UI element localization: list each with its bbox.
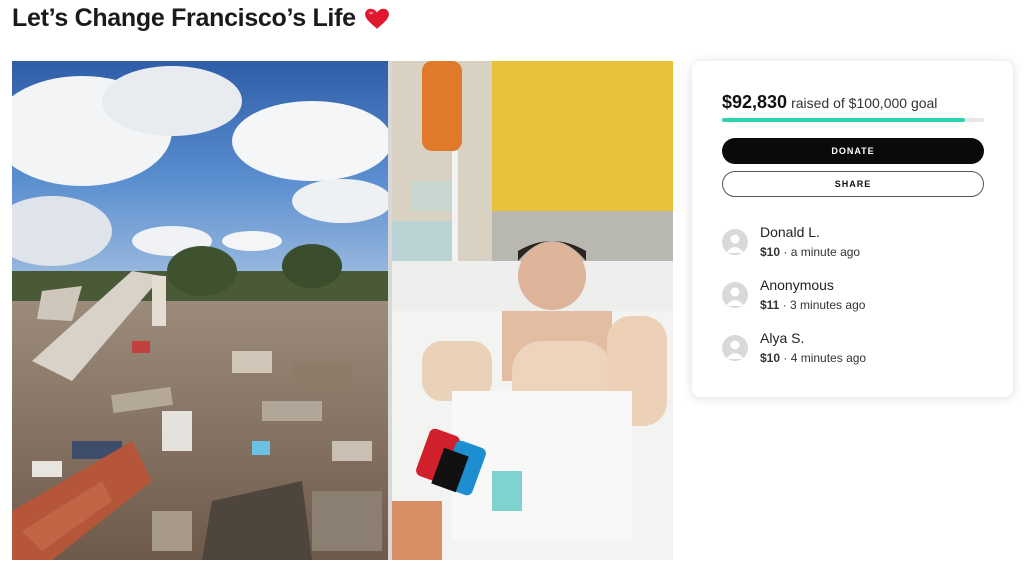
donation-item: Donald L. $10 · a minute ago — [722, 223, 860, 259]
raised-amount: $92,830 — [722, 92, 788, 112]
red-heart-icon — [364, 6, 390, 32]
donation-amount: $11 — [760, 298, 780, 312]
donor-info: Anonymous $11 · 3 minutes ago — [760, 276, 865, 312]
raised-goal-text: raised of $100,000 goal — [791, 95, 938, 111]
raised-summary: $92,830 raised of $100,000 goal — [722, 92, 937, 113]
user-icon — [726, 234, 744, 253]
donor-name: Alya S. — [760, 330, 805, 346]
page-title: Let’s Change Francisco’s Life — [12, 4, 390, 33]
donate-button[interactable]: DONATE — [722, 138, 984, 164]
progress-bar — [722, 118, 984, 122]
donation-item: Alya S. $10 · 4 minutes ago — [722, 329, 866, 365]
donation-card: $92,830 raised of $100,000 goal DONATE SH… — [692, 61, 1013, 397]
share-button[interactable]: SHARE — [722, 171, 984, 197]
donation-amount: $10 — [760, 245, 781, 259]
avatar — [722, 282, 748, 308]
donation-meta: $10 · a minute ago — [760, 245, 861, 259]
donor-name: Donald L. — [760, 224, 820, 240]
donor-info: Alya S. $10 · 4 minutes ago — [760, 329, 866, 365]
donation-amount: $10 — [760, 351, 781, 365]
user-icon — [726, 340, 744, 359]
donation-meta: $11 · 3 minutes ago — [760, 298, 866, 312]
donor-name: Anonymous — [760, 277, 834, 293]
donation-time: 4 minutes ago — [790, 351, 867, 365]
donor-info: Donald L. $10 · a minute ago — [760, 223, 860, 259]
donation-time: 3 minutes ago — [790, 298, 866, 312]
avatar — [722, 335, 748, 361]
progress-bar-fill — [722, 118, 966, 122]
user-icon — [726, 287, 744, 306]
campaign-media[interactable] — [12, 61, 673, 560]
photo-hospital-bed[interactable] — [392, 61, 673, 560]
page-title-text: Let’s Change Francisco’s Life — [12, 4, 356, 32]
donation-item: Anonymous $11 · 3 minutes ago — [722, 276, 865, 312]
donation-time: a minute ago — [790, 245, 861, 259]
avatar — [722, 229, 748, 255]
donation-meta: $10 · 4 minutes ago — [760, 351, 867, 365]
photo-house-rubble[interactable] — [12, 61, 388, 560]
